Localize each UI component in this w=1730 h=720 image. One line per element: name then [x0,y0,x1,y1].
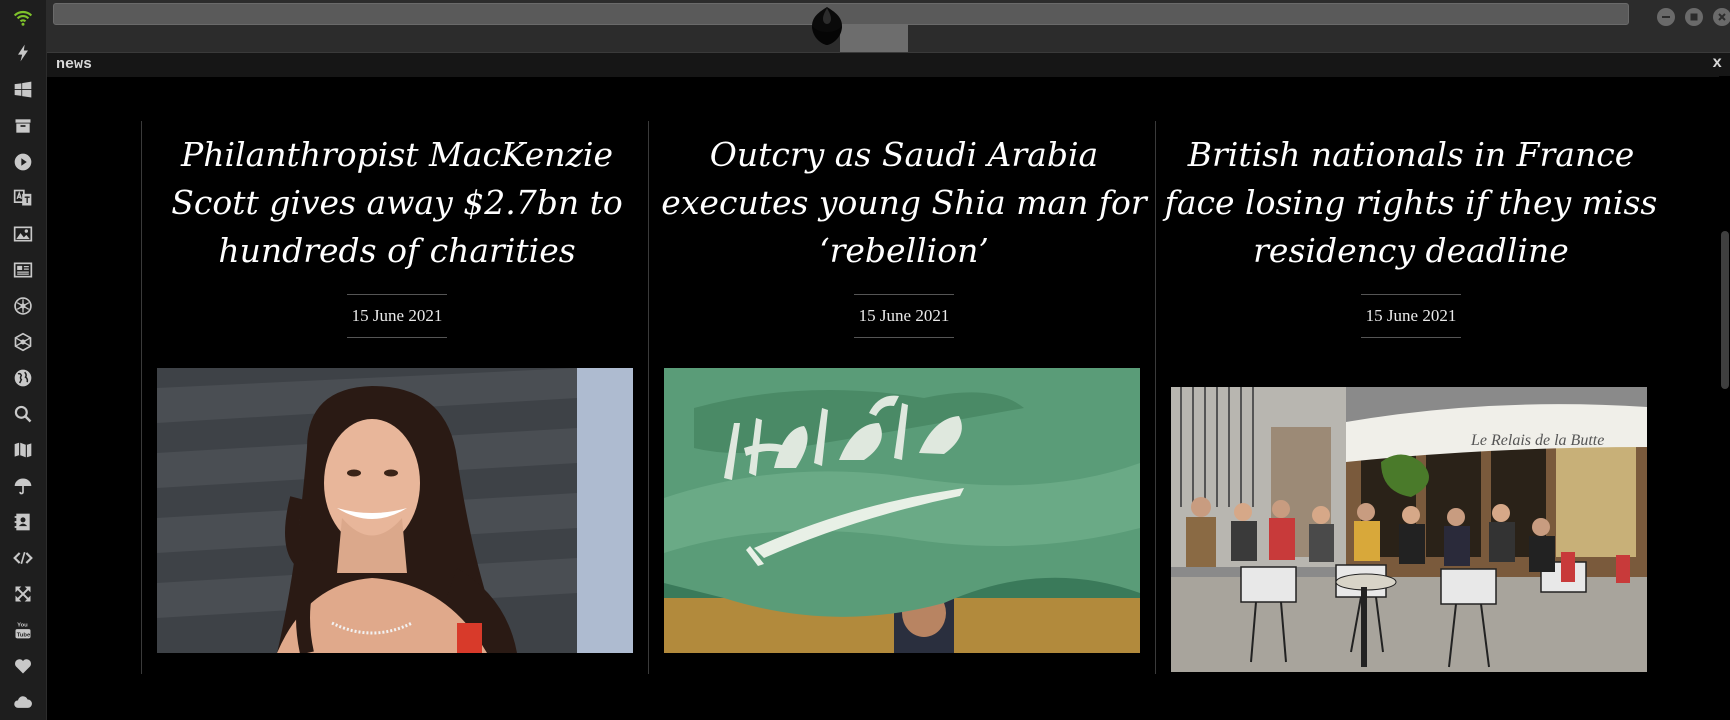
rebel-alliance-icon[interactable] [11,294,35,318]
article-card: Outcry as Saudi Arabia executes young Sh… [650,121,1158,681]
column-divider [141,121,142,674]
svg-text:You: You [17,623,28,629]
contact-book-icon[interactable] [11,510,35,534]
tab-close-button[interactable]: x [1712,54,1722,72]
svg-text:Tube: Tube [17,632,31,638]
play-icon[interactable] [11,150,35,174]
article-headline[interactable]: British nationals in France face losing … [1157,131,1665,275]
image-icon[interactable] [11,222,35,246]
maximize-icon[interactable] [1685,8,1703,26]
lightning-icon[interactable] [11,41,35,65]
youtube-icon[interactable]: You Tube [11,618,35,642]
article-date: 15 June 2021 [1361,294,1461,338]
news-page: Philanthropist MacKenzie Scott gives awa… [47,76,1719,720]
article-date: 15 June 2021 [854,294,954,338]
article-image[interactable] [157,368,633,653]
rebel-alliance-logo [812,7,842,45]
top-toolbar [47,0,1730,52]
heart-icon[interactable] [11,654,35,678]
article-headline[interactable]: Philanthropist MacKenzie Scott gives awa… [143,131,651,275]
archive-icon[interactable] [11,114,35,138]
wifi-icon[interactable] [11,6,35,30]
tab-title[interactable]: news [56,56,92,73]
umbrella-icon[interactable] [11,474,35,498]
article-image[interactable]: Le Relais de la Butte [1171,387,1647,672]
app-sidebar: You Tube [0,0,47,720]
expand-icon[interactable] [11,582,35,606]
tab-bar: news x [47,52,1730,77]
article-headline[interactable]: Outcry as Saudi Arabia executes young Sh… [650,131,1158,275]
article-image[interactable] [664,368,1140,653]
scrollbar-thumb[interactable] [1721,231,1729,389]
newspaper-icon[interactable] [11,258,35,282]
search-icon[interactable] [11,402,35,426]
svg-text:Le Relais de la Butte: Le Relais de la Butte [1470,432,1604,449]
code-icon[interactable] [11,546,35,570]
map-icon[interactable] [11,438,35,462]
globe-icon[interactable] [11,366,35,390]
cloud-icon[interactable] [11,690,35,714]
article-card: Philanthropist MacKenzie Scott gives awa… [143,121,651,681]
logo-tab[interactable] [840,24,908,52]
minimize-icon[interactable] [1657,8,1675,26]
translate-icon[interactable] [11,186,35,210]
article-card: British nationals in France face losing … [1157,121,1665,681]
empire-icon[interactable] [11,330,35,354]
close-icon[interactable] [1713,8,1730,26]
scrollbar-track[interactable] [1719,76,1730,720]
article-date: 15 June 2021 [347,294,447,338]
windows-icon[interactable] [11,78,35,102]
